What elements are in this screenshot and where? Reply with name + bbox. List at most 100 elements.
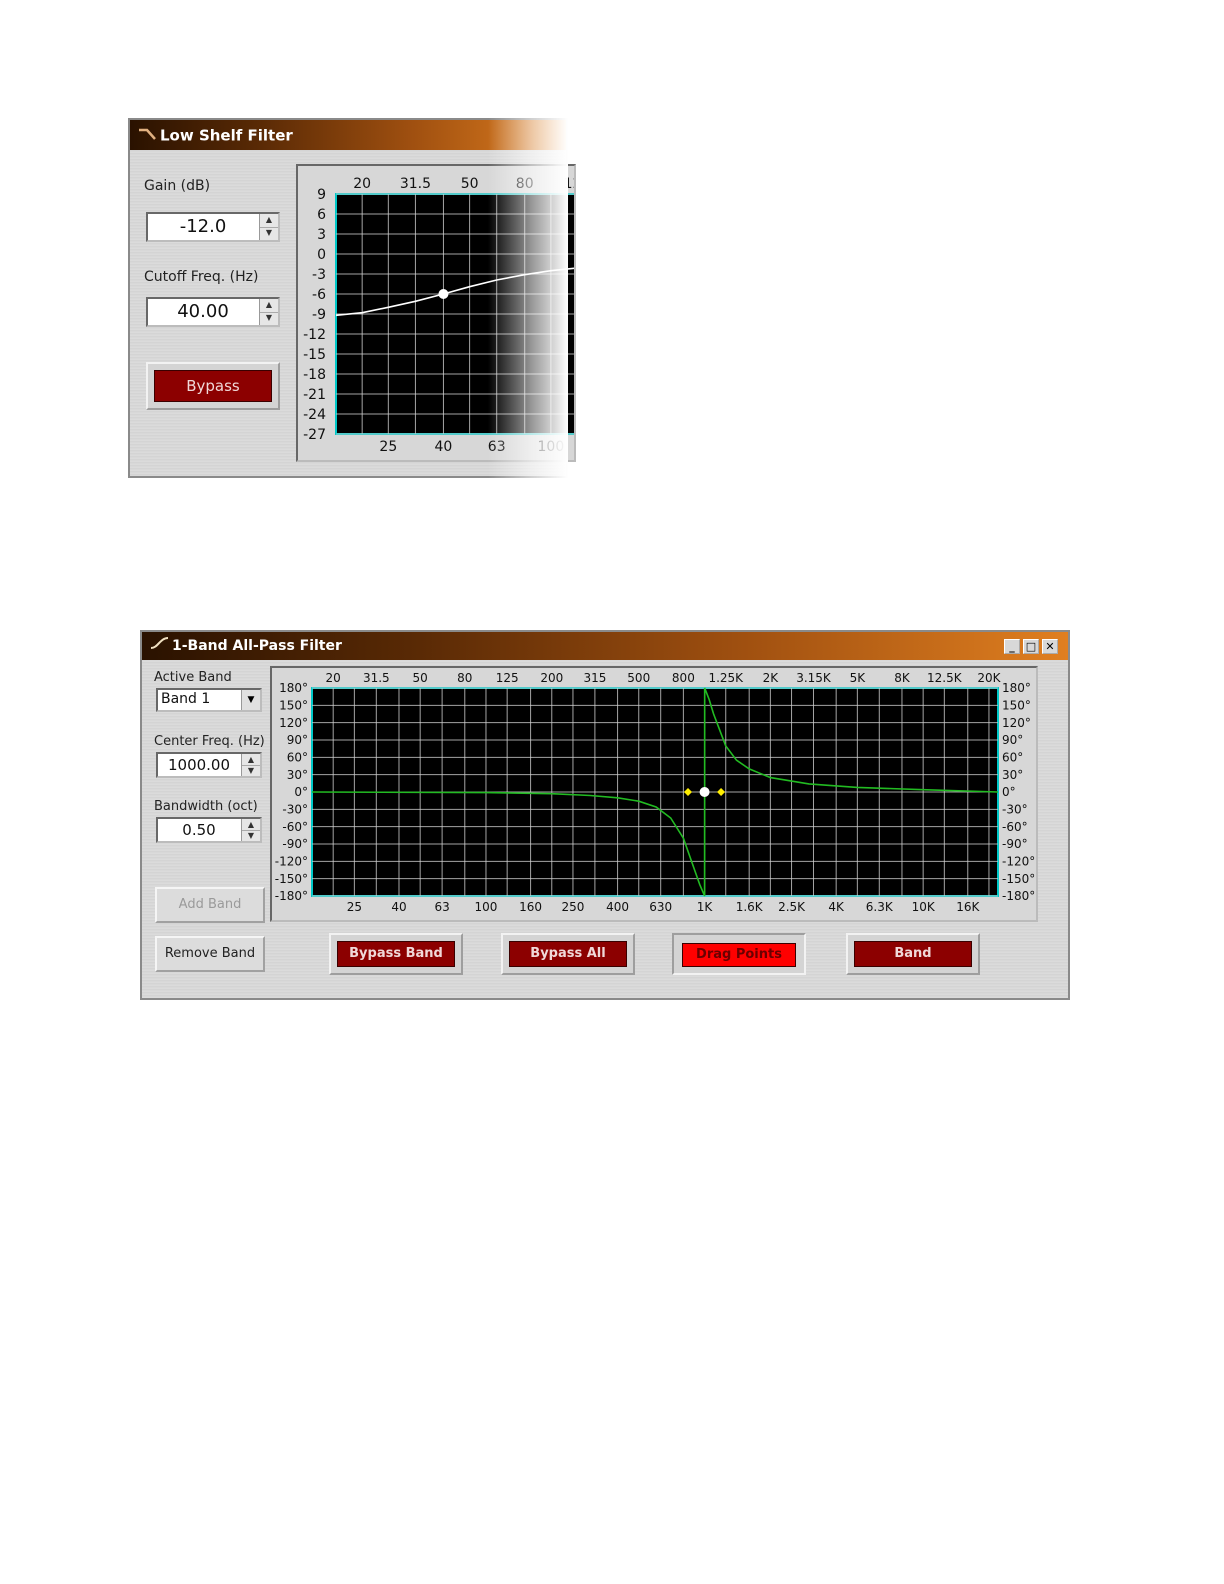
- y-tick-label-right: -180°: [1002, 889, 1035, 903]
- y-tick-label-right: 150°: [1002, 699, 1031, 713]
- bypass-button-frame: Bypass: [146, 362, 280, 410]
- y-tick-label-left: 150°: [279, 699, 308, 713]
- x-tick-label-top: 1.25K: [708, 671, 744, 685]
- active-band-label: Active Band: [154, 670, 232, 685]
- x-tick-label-bottom: 100: [475, 900, 498, 914]
- x-tick-label-top: 8K: [894, 671, 911, 685]
- y-tick-label-right: 180°: [1002, 681, 1031, 695]
- y-tick-label-left: 9: [317, 187, 326, 203]
- all-pass-titlebar[interactable]: 1-Band All-Pass Filter _ □ ✕: [142, 632, 1068, 660]
- low-shelf-curve-icon: [138, 121, 160, 151]
- bypass-band-button[interactable]: Bypass Band: [337, 941, 455, 967]
- bypass-all-button[interactable]: Bypass All: [509, 941, 627, 967]
- bandwidth-spinner[interactable]: 0.50 ▲ ▼: [156, 817, 262, 843]
- low-shelf-title: Low Shelf Filter: [160, 126, 293, 145]
- gain-spinner[interactable]: -12.0 ▲ ▼: [146, 212, 280, 242]
- x-tick-label-bottom: 16K: [956, 900, 980, 914]
- y-tick-label-left: -90°: [282, 837, 308, 851]
- y-tick-label-left: 3: [317, 227, 326, 243]
- y-tick-label-left: 0: [317, 247, 326, 263]
- y-tick-label-left: -60°: [282, 820, 308, 834]
- remove-band-button[interactable]: Remove Band: [155, 936, 265, 972]
- chevron-down-icon[interactable]: ▼: [241, 690, 260, 710]
- x-tick-label-top: 31.5: [363, 671, 390, 685]
- x-tick-label-bottom: 40: [435, 439, 453, 455]
- y-tick-label-right: 30°: [1002, 768, 1023, 782]
- y-tick-label-left: -180°: [275, 889, 308, 903]
- bandwidth-value[interactable]: 0.50: [158, 819, 240, 841]
- cutoff-stepper[interactable]: ▲ ▼: [259, 299, 278, 325]
- center-freq-stepper[interactable]: ▲ ▼: [241, 754, 260, 776]
- gain-stepper[interactable]: ▲ ▼: [259, 214, 278, 240]
- y-tick-label-right: -150°: [1002, 872, 1035, 886]
- x-tick-label-top: 20K: [977, 671, 1001, 685]
- x-tick-label-bottom: 25: [347, 900, 362, 914]
- drag-points-button[interactable]: Drag Points: [682, 943, 796, 967]
- maximize-icon[interactable]: □: [1023, 639, 1039, 654]
- x-tick-label-bottom: 6.3K: [866, 900, 894, 914]
- y-tick-label-left: 180°: [279, 681, 308, 695]
- y-tick-label-left: -6: [312, 287, 326, 303]
- x-tick-label-top: 50: [461, 176, 479, 192]
- filter-control-point: [699, 787, 710, 797]
- y-tick-label-right: 120°: [1002, 716, 1031, 730]
- x-tick-label-bottom: 400: [606, 900, 629, 914]
- all-pass-title: 1-Band All-Pass Filter: [172, 638, 342, 654]
- x-tick-label-top: 125: [496, 671, 519, 685]
- spin-up-icon[interactable]: ▲: [260, 214, 278, 228]
- cutoff-label: Cutoff Freq. (Hz): [144, 269, 259, 285]
- x-tick-label-top: 5K: [850, 671, 867, 685]
- y-tick-label-left: -120°: [275, 855, 308, 869]
- filter-control-point: [438, 289, 449, 299]
- x-tick-label-bottom: 250: [562, 900, 585, 914]
- y-tick-label-left: -15: [303, 347, 326, 363]
- y-tick-label-left: -18: [303, 367, 326, 383]
- x-tick-label-top: 20: [353, 176, 371, 192]
- cutoff-spinner[interactable]: 40.00 ▲ ▼: [146, 297, 280, 327]
- spin-up-icon[interactable]: ▲: [260, 299, 278, 313]
- x-tick-label-bottom: 25: [379, 439, 397, 455]
- band-button[interactable]: Band: [854, 941, 972, 967]
- x-tick-label-top: 20: [326, 671, 341, 685]
- y-tick-label-left: -30°: [282, 803, 308, 817]
- all-pass-phase-chart[interactable]: 180° 180° 150° 150° 120° 120° 90° 90° 60° 60° 30° 3…: [272, 668, 1036, 920]
- x-tick-label-bottom: 630: [649, 900, 672, 914]
- spin-down-icon[interactable]: ▼: [242, 830, 260, 841]
- x-tick-label-top: 500: [627, 671, 650, 685]
- bypass-band-frame: Bypass Band: [329, 933, 463, 975]
- x-tick-label-top: 200: [540, 671, 563, 685]
- add-band-button[interactable]: Add Band: [155, 887, 265, 923]
- active-band-select[interactable]: Band 1 ▼: [156, 688, 262, 712]
- spin-down-icon[interactable]: ▼: [260, 312, 278, 325]
- y-tick-label-left: -3: [312, 267, 326, 283]
- bandwidth-stepper[interactable]: ▲ ▼: [241, 819, 260, 841]
- all-pass-curve-icon: [150, 632, 172, 660]
- all-pass-chart-frame: 180° 180° 150° 150° 120° 120° 90° 90° 60° 60° 30° 3…: [270, 666, 1038, 922]
- center-freq-spinner[interactable]: 1000.00 ▲ ▼: [156, 752, 262, 778]
- active-band-value[interactable]: Band 1: [161, 691, 210, 707]
- y-tick-label-right: -60°: [1002, 820, 1028, 834]
- drag-points-frame: Drag Points: [672, 933, 806, 975]
- x-tick-label-top: 50: [413, 671, 428, 685]
- gain-value[interactable]: -12.0: [148, 214, 258, 240]
- x-tick-label-bottom: 1K: [697, 900, 714, 914]
- bypass-button[interactable]: Bypass: [154, 370, 272, 402]
- y-tick-label-left: 0°: [294, 785, 308, 799]
- bypass-all-frame: Bypass All: [501, 933, 635, 975]
- y-tick-label-right: 0°: [1002, 785, 1016, 799]
- spin-down-icon[interactable]: ▼: [260, 227, 278, 240]
- center-freq-value[interactable]: 1000.00: [158, 754, 240, 776]
- y-tick-label-left: -9: [312, 307, 326, 323]
- band-frame: Band: [846, 933, 980, 975]
- y-tick-label-left: 30°: [287, 768, 308, 782]
- y-tick-label-right: -30°: [1002, 803, 1028, 817]
- y-tick-label-left: 120°: [279, 716, 308, 730]
- spin-down-icon[interactable]: ▼: [242, 765, 260, 776]
- minimize-icon[interactable]: _: [1004, 639, 1020, 654]
- x-tick-label-top: 3.15K: [796, 671, 832, 685]
- x-tick-label-top: 31.5: [400, 176, 431, 192]
- x-tick-label-bottom: 2.5K: [778, 900, 806, 914]
- cutoff-value[interactable]: 40.00: [148, 299, 258, 325]
- close-icon[interactable]: ✕: [1042, 639, 1058, 654]
- x-tick-label-top: 80: [457, 671, 472, 685]
